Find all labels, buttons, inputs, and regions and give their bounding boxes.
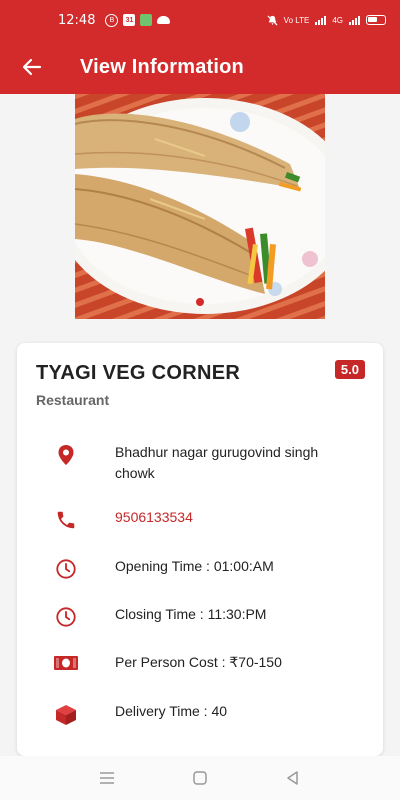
- closing-time-text: Closing Time : 11:30:PM: [115, 606, 267, 622]
- recents-button[interactable]: [87, 763, 127, 793]
- app-bar: View Information: [0, 40, 400, 94]
- volte-label: Vo LTE: [283, 15, 310, 25]
- per-person-cost-text: Per Person Cost : ₹70-150: [115, 654, 282, 670]
- money-icon: [54, 656, 78, 670]
- back-nav-button[interactable]: [273, 763, 313, 793]
- signal-icon: [315, 15, 327, 25]
- mute-icon: [267, 14, 278, 26]
- battery-icon: [366, 15, 386, 25]
- calendar-notification-icon: 31: [123, 14, 136, 26]
- phone-number-link[interactable]: 9506133534: [115, 507, 355, 528]
- page-title: View Information: [80, 55, 244, 78]
- restaurant-image-carousel[interactable]: [75, 94, 325, 319]
- food-image: [75, 94, 325, 319]
- clock-icon: [56, 607, 76, 627]
- back-arrow-icon: [22, 58, 42, 76]
- delivery-time-row: Delivery Time : 40: [17, 701, 383, 727]
- home-button[interactable]: [180, 763, 220, 793]
- phone-row[interactable]: 9506133534: [17, 507, 383, 531]
- system-nav-bar: [0, 756, 400, 800]
- back-button[interactable]: [0, 40, 64, 94]
- address-text: Bhadhur nagar gurugovind singh chowk: [115, 444, 319, 481]
- delivery-time-text: Delivery Time : 40: [115, 703, 228, 719]
- status-time: 12:48: [58, 12, 96, 28]
- restaurant-info-card: TYAGI VEG CORNER 5.0 Restaurant Bhadhur …: [17, 343, 383, 756]
- 4g-label: 4G: [332, 15, 343, 25]
- rating-badge: 5.0: [334, 360, 365, 379]
- opening-time-row: Opening Time : 01:00:AM: [17, 556, 383, 580]
- closing-time-row: Closing Time : 11:30:PM: [17, 604, 383, 628]
- status-right-icons: Vo LTE 4G: [267, 14, 386, 26]
- home-square-icon: [193, 771, 207, 785]
- status-bar: 12:48 B 31 Vo LTE 4G: [0, 0, 400, 40]
- menu-lines-icon: [99, 772, 114, 784]
- opening-time-text: Opening Time : 01:00:AM: [115, 558, 274, 574]
- package-box-icon: [56, 705, 76, 725]
- notification-icons: B 31: [105, 13, 171, 27]
- address-row[interactable]: Bhadhur nagar gurugovind singh chowk: [17, 442, 383, 484]
- phone-icon: [57, 511, 75, 529]
- per-person-cost-row: Per Person Cost : ₹70-150: [17, 652, 383, 673]
- cloud-icon: [157, 16, 171, 24]
- carousel-indicator-dot[interactable]: [196, 298, 204, 306]
- signal-icon-2: [349, 15, 360, 25]
- restaurant-name: TYAGI VEG CORNER: [36, 362, 241, 384]
- triangle-back-icon: [287, 771, 299, 785]
- location-pin-icon: [58, 445, 74, 465]
- clock-icon: [56, 559, 76, 579]
- b-notification-icon: B: [105, 13, 119, 27]
- restaurant-type: Restaurant: [36, 392, 110, 408]
- app-notification-icon: [140, 14, 153, 26]
